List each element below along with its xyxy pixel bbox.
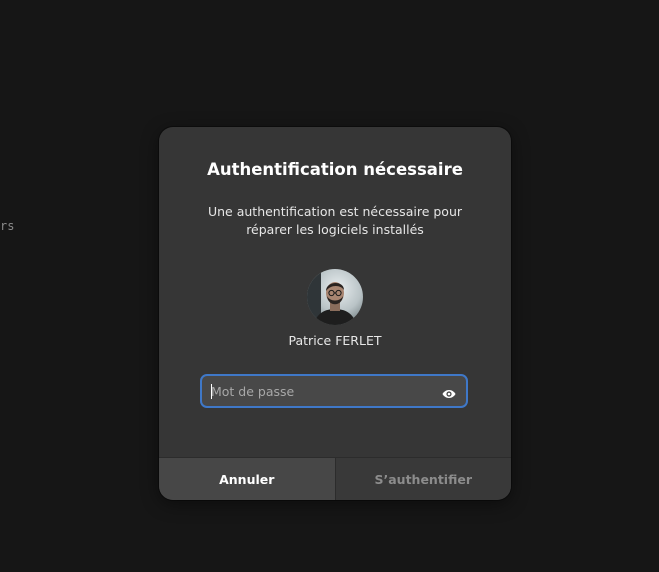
avatar — [307, 269, 363, 325]
authenticate-button[interactable]: S’authentifier — [335, 458, 511, 500]
description-line-2: réparer les logiciels installés — [246, 222, 424, 237]
user-name: Patrice FERLET — [288, 333, 382, 348]
eye-icon[interactable] — [442, 385, 456, 398]
password-placeholder: Mot de passe — [211, 384, 295, 399]
cancel-button[interactable]: Annuler — [159, 458, 336, 500]
description-line-1: Une authentification est nécessaire pour — [207, 204, 463, 219]
password-field[interactable]: Mot de passe — [200, 374, 468, 408]
authentication-dialog: Authentification nécessaire Une authenti… — [159, 127, 511, 500]
dialog-button-row: Annuler S’authentifier — [159, 457, 511, 500]
dialog-description: Une authentification est nécessaire pour… — [189, 203, 481, 239]
dialog-title: Authentification nécessaire — [207, 160, 463, 179]
text-caret — [211, 384, 212, 399]
avatar-photo — [307, 269, 363, 325]
background-text-fragment: rs — [0, 219, 15, 233]
